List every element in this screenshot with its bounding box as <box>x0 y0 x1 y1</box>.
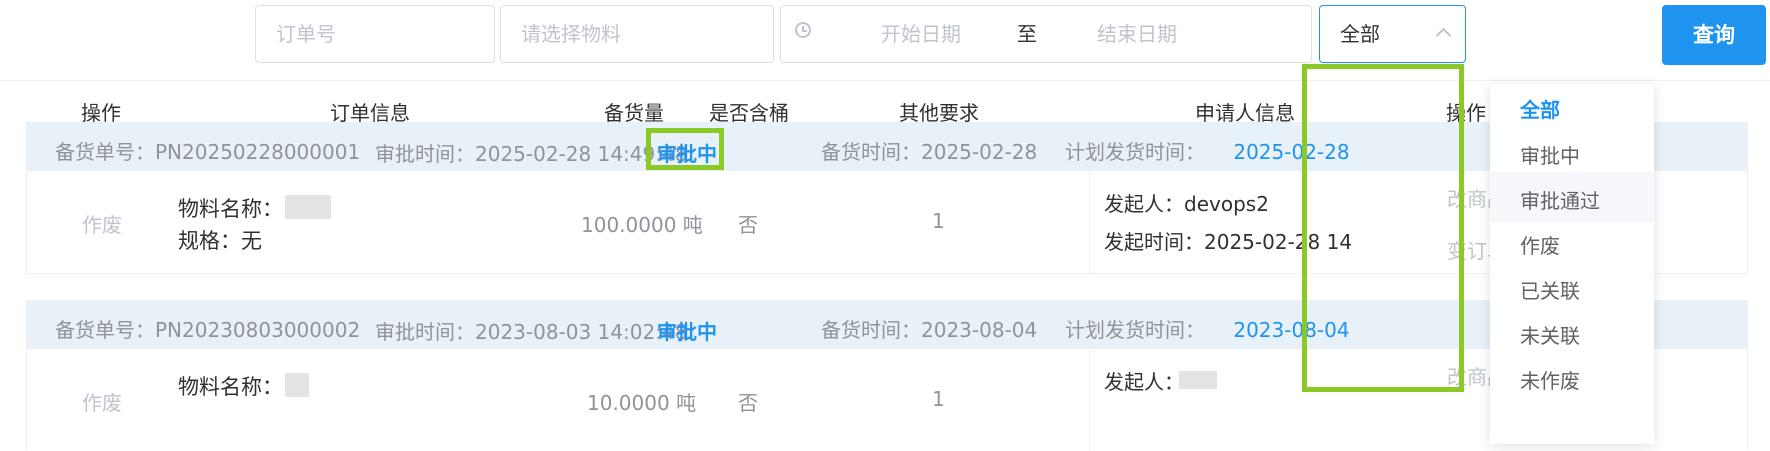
material-placeholder: 请选择物料 <box>521 22 621 46</box>
initiator: 发起人： <box>1104 370 1184 394</box>
material-name-redacted <box>285 373 309 397</box>
material-name-redacted <box>285 195 331 219</box>
clock-icon <box>795 22 811 38</box>
status-option-all[interactable]: 全部 <box>1520 94 1560 123</box>
end-date-input[interactable]: 结束日期 <box>1097 6 1177 62</box>
query-button[interactable]: 查询 <box>1662 5 1766 65</box>
column-divider <box>1089 349 1090 451</box>
status-option-approved[interactable]: 审批通过 <box>1520 185 1600 214</box>
status-badge: 审批中 <box>657 320 717 344</box>
has-barrel: 否 <box>738 391 758 415</box>
order-no: 备货单号：PN20250228000001 <box>55 140 361 164</box>
approve-time: 审批时间：2025-02-28 14:49:48 <box>375 142 688 166</box>
column-divider <box>1089 171 1090 273</box>
status-select-value: 全部 <box>1340 22 1380 46</box>
dropdown-highlight-box <box>1302 64 1464 392</box>
approve-time: 审批时间：2023-08-03 14:02:48 <box>375 320 688 344</box>
start-date-input[interactable]: 开始日期 <box>881 6 961 62</box>
date-range-picker[interactable]: 开始日期 至 结束日期 <box>780 5 1312 63</box>
status-option-voided[interactable]: 作废 <box>1520 230 1560 259</box>
void-action-link[interactable]: 作废 <box>82 387 122 416</box>
range-separator: 至 <box>1017 22 1037 46</box>
chevron-up-icon <box>1435 27 1452 44</box>
material-name: 物料名称： <box>178 197 283 221</box>
order-no-input[interactable]: 订单号 <box>255 5 495 63</box>
status-option-pending[interactable]: 审批中 <box>1520 140 1580 169</box>
quantity: 100.0000 吨 <box>581 213 703 237</box>
other-requirements: 1 <box>932 209 945 233</box>
has-barrel: 否 <box>738 213 758 237</box>
initiator-redacted <box>1179 371 1217 389</box>
stock-time: 备货时间：2023-08-04 <box>821 318 1038 342</box>
initiator: 发起人：devops2 <box>1104 192 1269 216</box>
status-select[interactable]: 全部 <box>1319 5 1466 63</box>
material-select[interactable]: 请选择物料 <box>500 5 774 63</box>
void-action-link[interactable]: 作废 <box>82 209 122 238</box>
material-name: 物料名称： <box>178 375 283 399</box>
status-option-linked[interactable]: 已关联 <box>1520 275 1580 304</box>
divider <box>0 80 1770 81</box>
quantity: 10.0000 吨 <box>587 391 697 415</box>
status-dropdown-menu: 全部 审批中 审批通过 作废 已关联 未关联 未作废 <box>1490 84 1654 444</box>
status-highlight-box <box>646 128 724 170</box>
order-no-placeholder: 订单号 <box>276 22 336 46</box>
spec: 规格：无 <box>178 229 262 253</box>
status-option-not-voided[interactable]: 未作废 <box>1520 365 1580 394</box>
status-option-unlinked[interactable]: 未关联 <box>1520 320 1580 349</box>
stock-time: 备货时间：2025-02-28 <box>821 140 1038 164</box>
other-requirements: 1 <box>932 387 945 411</box>
order-no: 备货单号：PN20230803000002 <box>55 318 361 342</box>
